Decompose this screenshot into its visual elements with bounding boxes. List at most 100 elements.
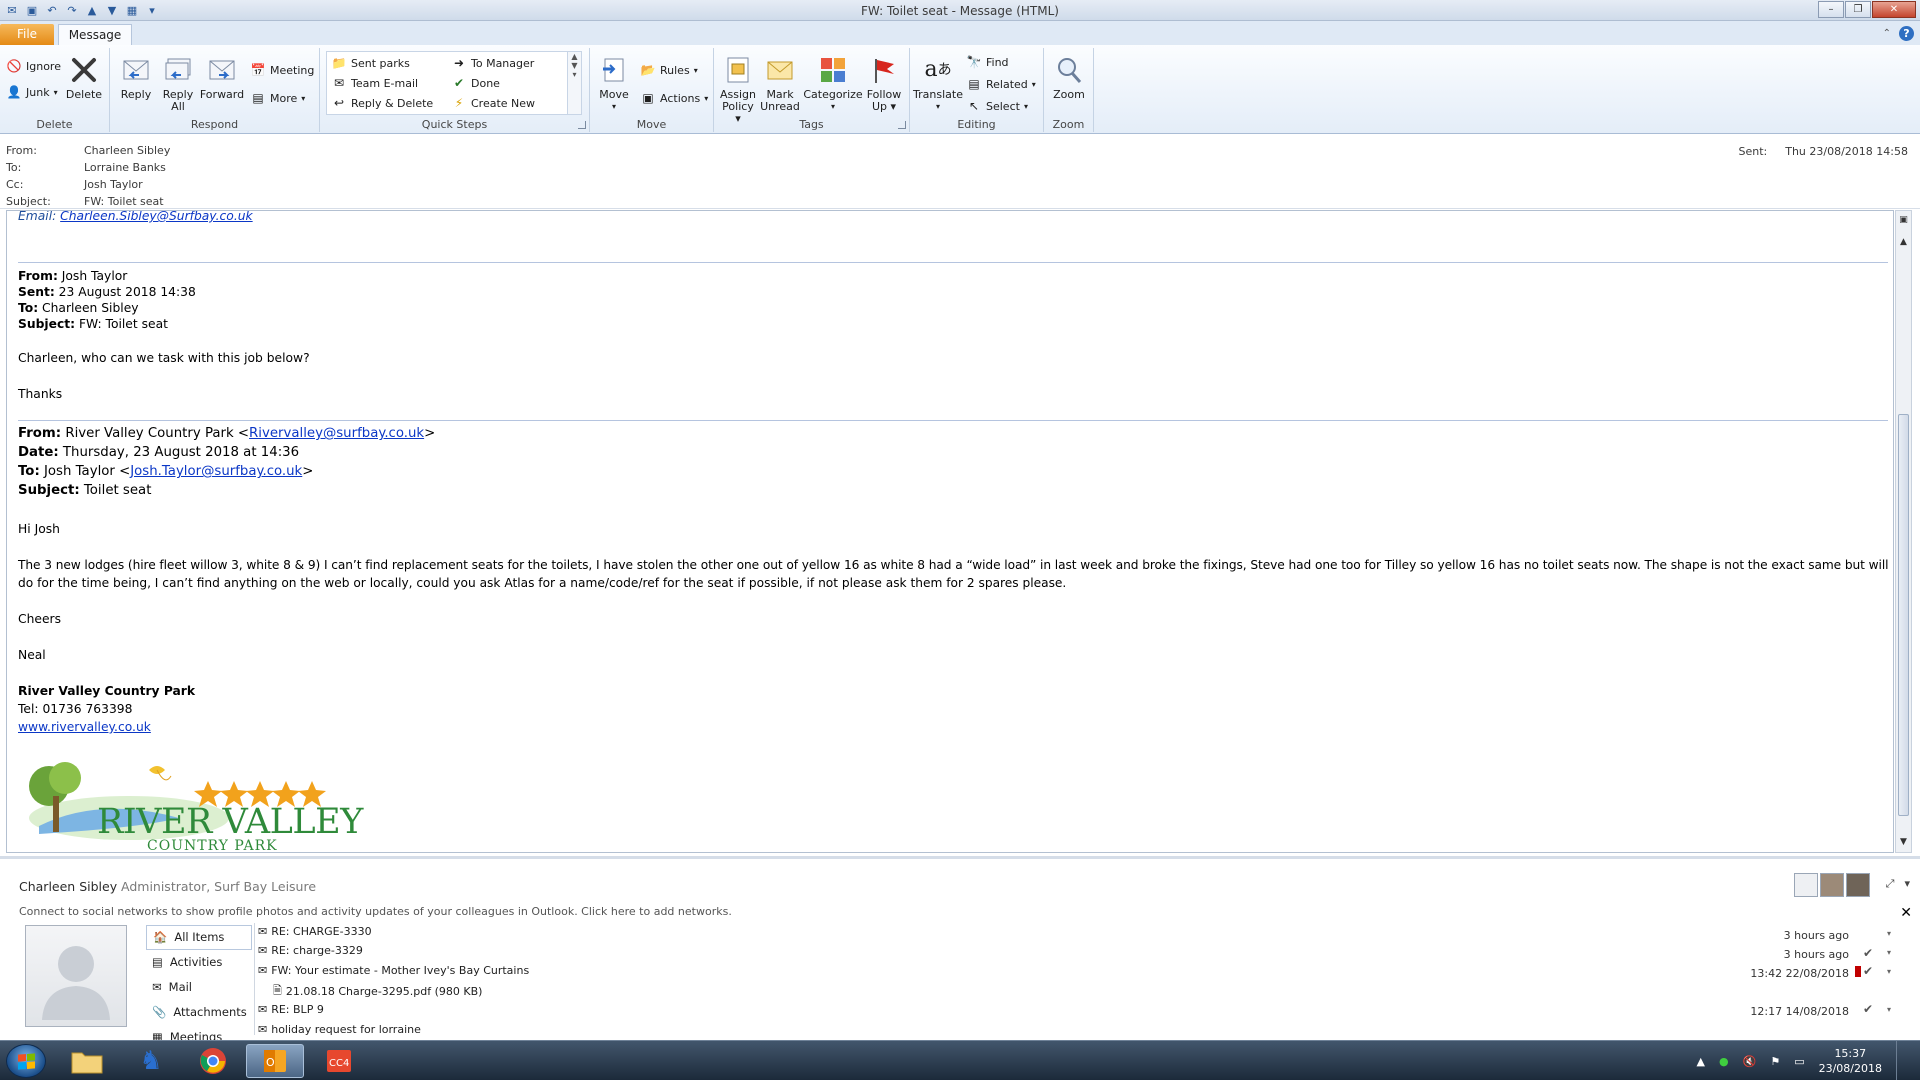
avatar[interactable] xyxy=(1820,873,1844,897)
help-icon[interactable]: ? xyxy=(1899,26,1914,41)
ignore-button[interactable]: 🚫 Ignore xyxy=(6,58,61,74)
dropdown-icon[interactable]: ▾ xyxy=(1887,929,1891,938)
checkmark-icon: ✔ xyxy=(453,76,465,90)
message-scrollbar[interactable]: ▣ ▲ ▼ xyxy=(1895,210,1912,853)
list-item[interactable]: ✉ RE: charge-3329 3 hours ago ✔ ▾ xyxy=(255,942,1895,961)
zoom-button[interactable]: Zoom xyxy=(1050,54,1088,101)
body-question: Charleen, who can we task with this job … xyxy=(18,351,310,365)
folder-move-icon: 📁 xyxy=(331,56,347,70)
actions-button[interactable]: ▣ Actions ▾ xyxy=(640,90,708,106)
close-button[interactable]: ✕ xyxy=(1872,1,1916,18)
quick-step-create-new[interactable]: ⚡ Create New xyxy=(451,95,535,111)
magnifier-icon xyxy=(1053,54,1085,86)
show-hidden-icons-icon[interactable]: ▲ xyxy=(1697,1055,1705,1068)
taskbar-app-red[interactable]: CC4 xyxy=(310,1044,368,1078)
dropdown-icon[interactable]: ▾ xyxy=(1887,948,1891,957)
close-icon[interactable]: ✕ xyxy=(1900,905,1912,921)
sender-name[interactable]: Charleen Sibley xyxy=(84,144,170,157)
scroll-top-icon[interactable]: ▣ xyxy=(1896,213,1911,228)
taskbar-app-figure[interactable]: ♞ xyxy=(122,1044,180,1078)
maximize-button[interactable]: ❐ xyxy=(1845,1,1871,18)
meeting-button[interactable]: 📅 Meeting xyxy=(250,62,315,78)
expand-icon[interactable]: ⤢ xyxy=(1886,877,1895,891)
quick-step-to-manager[interactable]: ➜ To Manager xyxy=(451,55,534,71)
group-label-move: Move xyxy=(636,118,667,131)
separator-line xyxy=(18,262,1888,263)
rivervalley-email-link[interactable]: Rivervalley@surfbay.co.uk xyxy=(249,426,424,441)
move-button[interactable]: Move ▾ xyxy=(596,54,632,113)
chevron-down-icon[interactable]: ▾ xyxy=(1904,877,1910,891)
checkmark-icon[interactable]: ✔ xyxy=(1863,946,1873,960)
group-delete: 🚫 Ignore 👤 Junk ▾ Delete Delete xyxy=(0,48,110,132)
forward-button[interactable]: Forward xyxy=(200,54,244,101)
list-item[interactable]: ✉ FW: Your estimate - Mother Ivey's Bay C… xyxy=(255,962,1895,980)
checkmark-icon[interactable]: ✔ xyxy=(1863,964,1873,978)
network-status-icon[interactable]: ● xyxy=(1719,1055,1729,1068)
list-item[interactable]: ✉ RE: BLP 9 12:17 14/08/2018 ✔ ▾ xyxy=(255,1001,1895,1019)
start-button[interactable] xyxy=(6,1044,46,1078)
mark-unread-button[interactable]: Mark Unread xyxy=(760,54,800,113)
quick-step-sent-parks[interactable]: 📁 Sent parks xyxy=(331,55,410,71)
header-subject: Subject: FW: Toilet seat xyxy=(6,195,164,208)
rules-button[interactable]: 📂 Rules ▾ xyxy=(640,62,698,78)
body-greeting: Hi Josh xyxy=(18,522,60,536)
scrollbar-thumb[interactable] xyxy=(1898,414,1909,816)
find-button[interactable]: 🔭 Find xyxy=(966,54,1009,70)
reply-button[interactable]: Reply xyxy=(118,54,154,101)
minimize-ribbon-icon[interactable]: ⌃ xyxy=(1883,28,1891,39)
tab-message[interactable]: Message xyxy=(58,24,132,46)
action-center-flag-icon[interactable]: ⚑ xyxy=(1770,1055,1780,1068)
delete-button[interactable]: Delete xyxy=(66,54,102,101)
nav-all-items[interactable]: 🏠 All Items xyxy=(146,925,252,950)
quick-steps-scroll[interactable]: ▲ ▼ ▾ xyxy=(567,52,581,114)
show-desktop-button[interactable] xyxy=(1896,1041,1910,1080)
assign-policy-button[interactable]: Assign Policy ▾ xyxy=(718,54,758,125)
quick-steps-launcher-icon[interactable] xyxy=(578,121,586,129)
list-item[interactable]: 🗎 21.08.18 Charge-3295.pdf (980 KB) xyxy=(255,980,1895,998)
list-item[interactable]: ✉ RE: CHARGE-3330 3 hours ago ▾ xyxy=(255,923,1895,942)
red-flag-icon[interactable] xyxy=(1855,966,1861,980)
clock[interactable]: 15:37 23/08/2018 xyxy=(1819,1046,1882,1076)
reply-all-button[interactable]: Reply All xyxy=(160,54,196,113)
cc-name[interactable]: Josh Taylor xyxy=(84,178,143,191)
volume-muted-icon[interactable]: 🔇 xyxy=(1743,1055,1757,1068)
follow-up-button[interactable]: Follow Up ▾ xyxy=(864,54,904,113)
message-body[interactable]: Email: Charleen.Sibley@Surfbay.co.uk Fro… xyxy=(6,210,1894,853)
home-icon: 🏠 xyxy=(153,930,168,944)
quick-step-done[interactable]: ✔ Done xyxy=(451,75,500,91)
checkmark-icon[interactable]: ✔ xyxy=(1863,1002,1873,1016)
nav-attachments[interactable]: 📎 Attachments xyxy=(146,1000,252,1025)
display-icon[interactable]: ▭ xyxy=(1794,1055,1804,1068)
dropdown-icon[interactable]: ▾ xyxy=(1887,967,1891,976)
more-button[interactable]: ▤ More ▾ xyxy=(250,90,305,106)
quick-step-team-email[interactable]: ✉ Team E-mail xyxy=(331,75,418,91)
social-network-notice[interactable]: Connect to social networks to show profi… xyxy=(19,905,732,918)
taskbar-explorer[interactable] xyxy=(58,1044,116,1078)
translate-button[interactable]: aあ Translate ▾ xyxy=(913,54,963,113)
quick-step-reply-delete[interactable]: ↩ Reply & Delete xyxy=(331,95,433,111)
people-pane-avatars xyxy=(1794,873,1870,897)
select-button[interactable]: ↖ Select ▾ xyxy=(966,98,1028,114)
avatar[interactable] xyxy=(1846,873,1870,897)
recipient-name[interactable]: Lorraine Banks xyxy=(84,161,166,174)
josh-email-link[interactable]: Josh.Taylor@surfbay.co.uk xyxy=(130,464,302,479)
svg-text:O: O xyxy=(266,1056,275,1069)
scroll-up-arrow-icon[interactable]: ▲ xyxy=(1896,235,1911,250)
categorize-button[interactable]: Categorize ▾ xyxy=(803,54,863,113)
scroll-down-arrow-icon[interactable]: ▼ xyxy=(1896,835,1911,850)
nav-activities[interactable]: ▤ Activities xyxy=(146,950,252,975)
taskbar-outlook[interactable]: O xyxy=(246,1044,304,1078)
nav-mail[interactable]: ✉ Mail xyxy=(146,975,252,1000)
tab-file[interactable]: File xyxy=(0,24,54,45)
dropdown-icon[interactable]: ▾ xyxy=(1887,1005,1891,1014)
tags-launcher-icon[interactable] xyxy=(898,121,906,129)
website-link[interactable]: www.rivervalley.co.uk xyxy=(18,720,151,734)
related-button[interactable]: ▤ Related ▾ xyxy=(966,76,1035,92)
minimize-button[interactable]: – xyxy=(1818,1,1844,18)
avatar[interactable] xyxy=(1794,873,1818,897)
list-item[interactable]: ✉ holiday request for lorraine xyxy=(255,1021,1895,1035)
people-pane-name[interactable]: Charleen Sibley xyxy=(19,879,117,894)
email-link[interactable]: Charleen.Sibley@Surfbay.co.uk xyxy=(60,211,252,223)
junk-button[interactable]: 👤 Junk ▾ xyxy=(6,84,58,100)
taskbar-chrome[interactable] xyxy=(184,1044,242,1078)
